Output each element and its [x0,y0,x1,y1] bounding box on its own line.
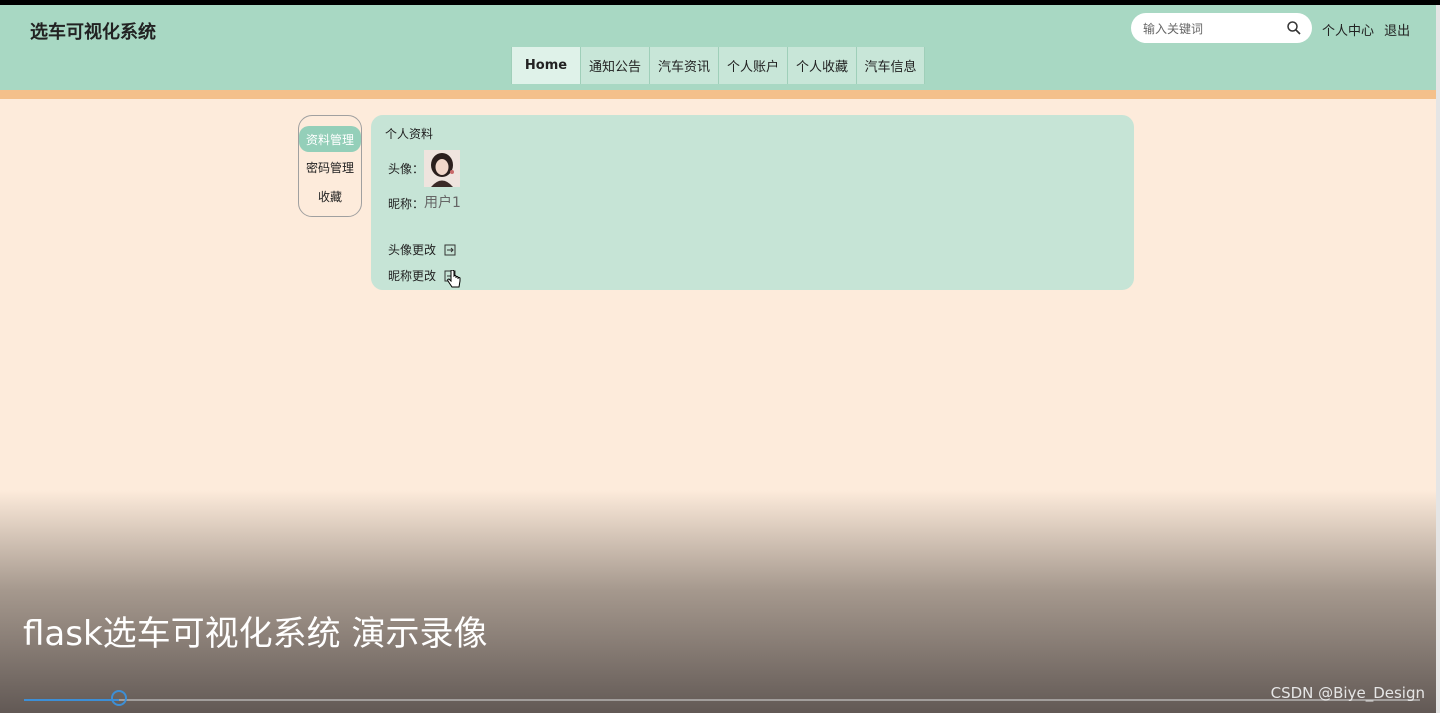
avatar [424,150,460,187]
logout-link[interactable]: 退出 [1384,24,1410,39]
video-progress-fill [24,699,119,701]
video-overlay [0,490,1440,713]
main-nav: Home 通知公告 汽车资讯 个人账户 个人收藏 汽车信息 [511,47,925,84]
user-center-link[interactable]: 个人中心 [1322,24,1374,39]
user-links: 个人中心 退出 [1322,20,1416,39]
nickname-label: 昵称： [388,197,425,211]
side-menu: 资料管理 密码管理 收藏 [298,115,362,217]
side-item-profile[interactable]: 资料管理 [299,126,361,152]
profile-card: 个人资料 头像： 昵称： 用户1 头像更改 昵称更改 [371,115,1134,290]
avatar-image [424,150,460,187]
avatar-label: 头像： [388,162,425,176]
video-progress-knob[interactable] [110,690,127,706]
nav-item-car-info[interactable]: 汽车信息 [856,47,925,84]
search-input[interactable] [1141,19,1285,39]
nav-item-home[interactable]: Home [511,47,580,84]
site-title: 选车可视化系统 [30,22,156,43]
nav-item-favorites[interactable]: 个人收藏 [787,47,856,84]
side-item-password[interactable]: 密码管理 [299,154,361,180]
scrollbar[interactable] [1436,5,1440,713]
watermark: CSDN @Biye_Design [1270,684,1425,702]
nav-item-notices[interactable]: 通知公告 [580,47,649,84]
nav-item-account[interactable]: 个人账户 [718,47,787,84]
video-title: flask选车可视化系统 演示录像 [23,614,488,654]
change-avatar-link[interactable]: 头像更改 [388,241,456,258]
arrow-right-box-icon [444,244,456,255]
search-box [1131,13,1312,43]
hand-cursor-icon [447,270,461,288]
profile-title: 个人资料 [385,127,434,141]
change-avatar-label: 头像更改 [388,243,437,257]
side-item-favorites[interactable]: 收藏 [299,183,361,209]
search-icon[interactable] [1286,20,1302,36]
nickname-value: 用户1 [424,195,461,211]
video-progress-bar[interactable] [24,690,1420,706]
nav-item-car-news[interactable]: 汽车资讯 [649,47,718,84]
accent-bar [0,90,1440,99]
change-nickname-label: 昵称更改 [388,269,437,283]
